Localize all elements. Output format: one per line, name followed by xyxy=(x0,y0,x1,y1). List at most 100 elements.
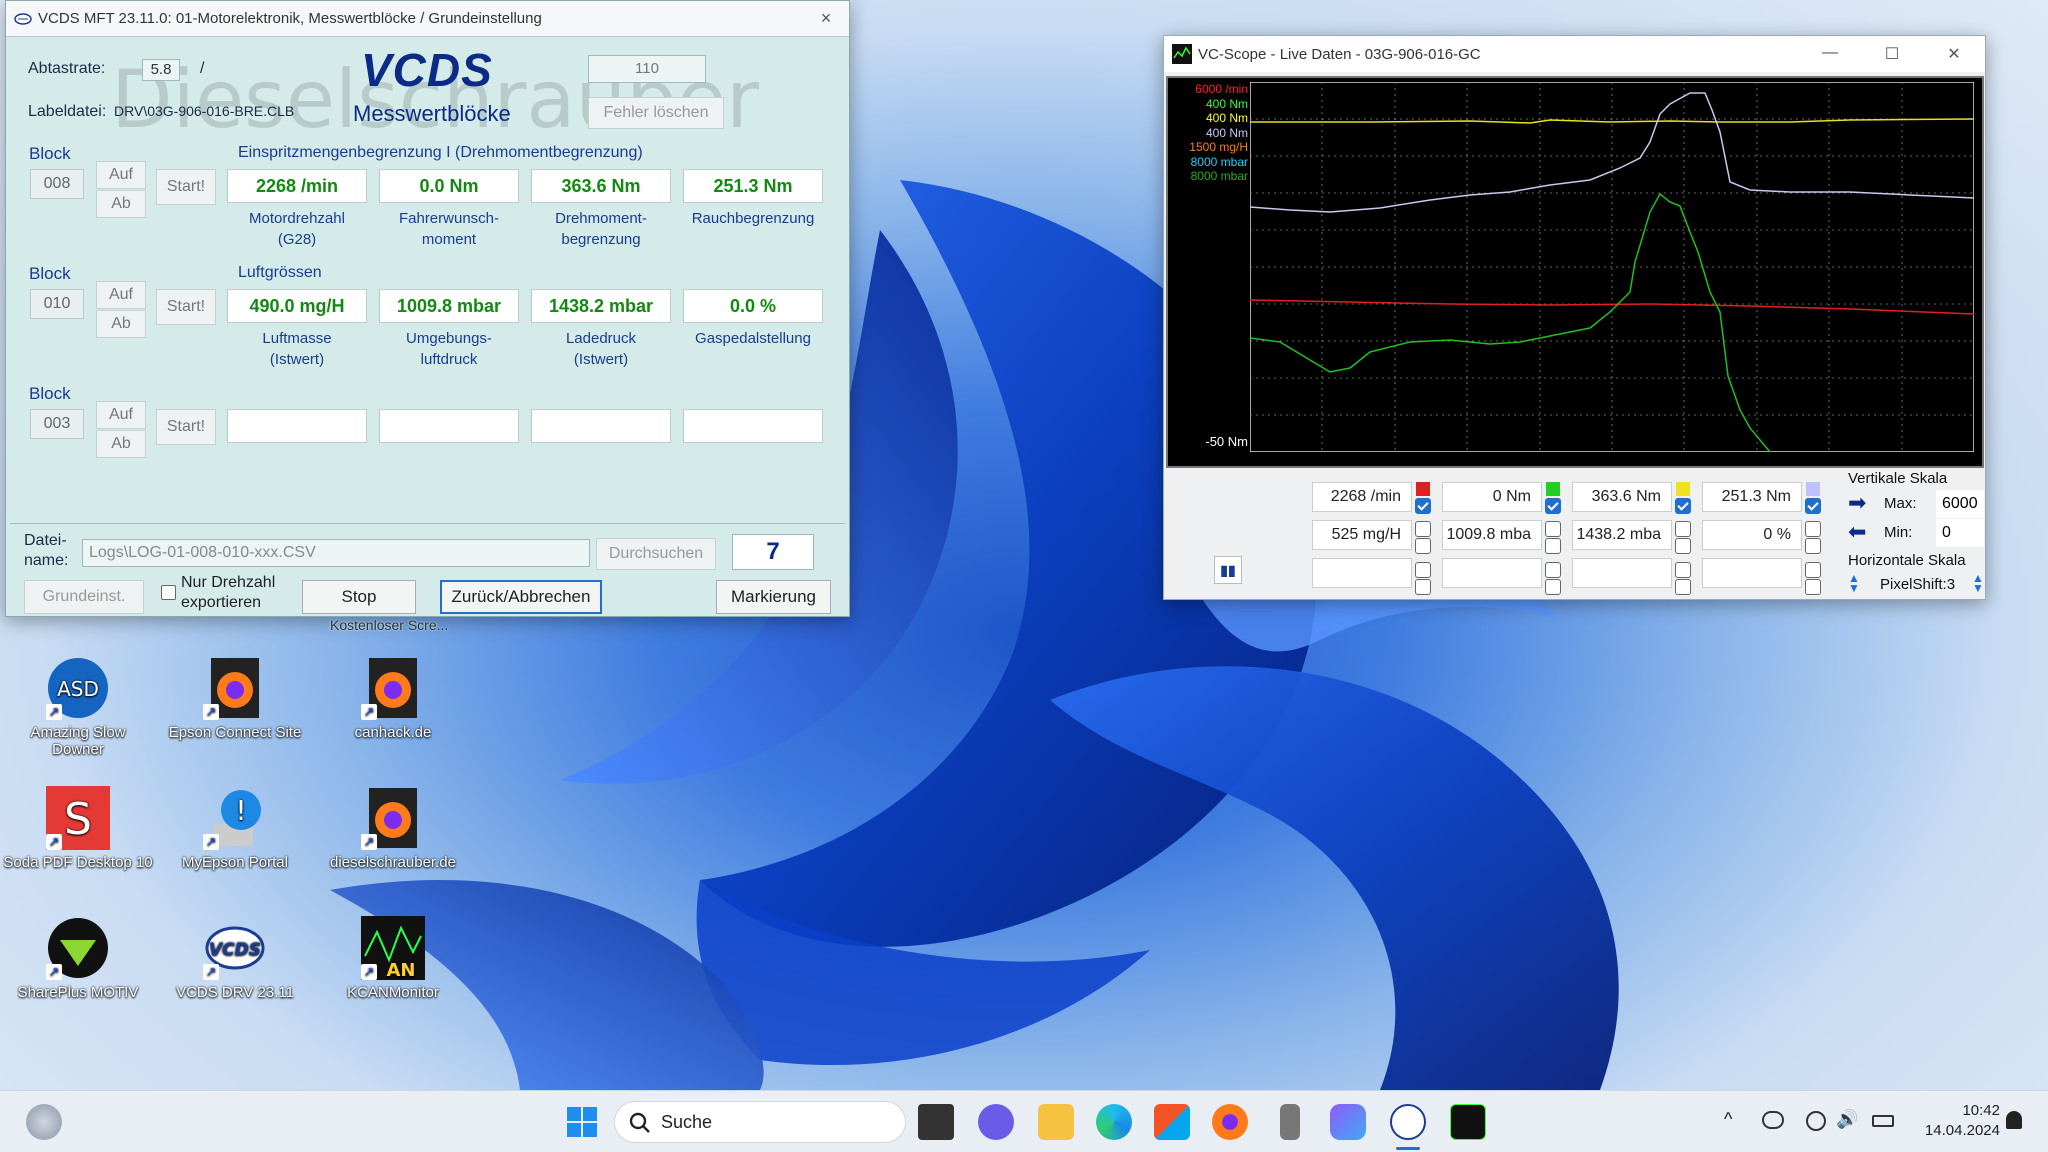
channel-checkbox[interactable] xyxy=(1415,521,1431,537)
abtastrate-slash: / xyxy=(200,60,205,77)
arrow-right-icon[interactable]: ➡ xyxy=(1848,492,1876,515)
spin-up-icon[interactable]: ▲ ▼ xyxy=(1972,572,1984,594)
start-button[interactable]: Start! xyxy=(156,289,216,325)
speaker-icon[interactable]: 🔊 xyxy=(1836,1109,1858,1130)
channel-checkbox[interactable] xyxy=(1675,579,1691,595)
dateiname-input[interactable]: Logs\LOG-01-008-010-xxx.CSV xyxy=(82,539,590,567)
taskbar-clock[interactable]: 10:42 14.04.2024 xyxy=(1920,1101,2000,1141)
ab-button[interactable]: Ab xyxy=(96,190,146,218)
channel-checkbox[interactable] xyxy=(1675,521,1691,537)
store-icon[interactable] xyxy=(1154,1104,1190,1140)
block-number-field[interactable]: 003 xyxy=(30,409,84,439)
desktop-icon-canhack[interactable]: ↗ canhack.de xyxy=(318,656,468,741)
taskbar: Suche ^ 🔊 10:42 14.04.2024 xyxy=(0,1090,2048,1152)
channel-checkbox[interactable] xyxy=(1415,579,1431,595)
min-input[interactable]: 0 xyxy=(1936,519,1984,547)
close-icon[interactable]: × xyxy=(803,8,849,29)
auf-button[interactable]: Auf xyxy=(96,161,146,189)
spin-down-icon[interactable]: ▲ ▼ xyxy=(1848,572,1860,594)
windows-start-icon[interactable] xyxy=(564,1104,600,1140)
markierung-button[interactable]: Markierung xyxy=(716,580,831,614)
pause-button[interactable]: ▮▮ xyxy=(1214,556,1242,584)
arrow-left-icon[interactable]: ⬅ xyxy=(1848,521,1876,544)
firefox-taskbar-icon[interactable] xyxy=(1212,1104,1248,1140)
desktop-icon-kcanmonitor[interactable]: AN ↗ KCANMonitor xyxy=(318,916,468,1001)
fehler-loeschen-button[interactable]: Fehler löschen xyxy=(588,97,724,129)
channel-checkbox[interactable] xyxy=(1805,562,1821,578)
channel-checkbox[interactable] xyxy=(1545,521,1561,537)
channel-checkbox[interactable] xyxy=(1675,498,1691,514)
widgets-icon[interactable] xyxy=(26,1104,62,1140)
vcds-window: VCDS MFT 23.11.0: 01-Motorelektronik, Me… xyxy=(5,0,850,617)
scale-label: 400 Nm xyxy=(1205,125,1248,140)
scope-traces xyxy=(1250,82,1974,452)
channel-checkbox[interactable] xyxy=(1805,521,1821,537)
zurueck-abbrechen-button[interactable]: Zurück/Abbrechen xyxy=(440,580,602,614)
task-view-icon[interactable] xyxy=(918,1104,954,1140)
taskbar-search[interactable]: Suche xyxy=(614,1101,906,1143)
vpn-cloud-icon[interactable] xyxy=(1762,1111,1784,1129)
chevron-up-icon[interactable]: ^ xyxy=(1724,1109,1732,1130)
grundeinst-button[interactable]: Grundeinst. xyxy=(24,580,144,614)
channel-checkbox[interactable] xyxy=(1675,538,1691,554)
start-button[interactable]: Start! xyxy=(156,409,216,445)
auf-button[interactable]: Auf xyxy=(96,401,146,429)
value-field: 1438.2 mbar xyxy=(531,289,671,323)
desktop-icon-label: dieselschrauber.de xyxy=(330,854,456,871)
battery-icon[interactable] xyxy=(1872,1115,1894,1127)
max-label: Max: xyxy=(1884,495,1917,512)
durchsuchen-button[interactable]: Durchsuchen xyxy=(596,538,716,570)
desktop-icon-epson-connect[interactable]: ↗ Epson Connect Site xyxy=(160,656,310,741)
channel-checkbox[interactable] xyxy=(1545,538,1561,554)
desktop-icon-dieselschrauber[interactable]: ↗ dieselschrauber.de xyxy=(318,786,468,871)
vcds-title: VCDS MFT 23.11.0: 01-Motorelektronik, Me… xyxy=(38,10,542,27)
desktop-icon-amazing-slow-downer[interactable]: ASD ↗ Amazing Slow Downer xyxy=(3,656,153,758)
max-input[interactable]: 6000 xyxy=(1936,490,1984,518)
desktop-icon-vcds[interactable]: VCDS ↗ VCDS DRV 23.11 xyxy=(160,916,310,1001)
channel-checkbox[interactable] xyxy=(1545,579,1561,595)
auf-button[interactable]: Auf xyxy=(96,281,146,309)
group-number-field[interactable]: 110 xyxy=(588,55,706,83)
copilot-icon[interactable] xyxy=(1330,1104,1366,1140)
value-field xyxy=(227,409,367,443)
channel-checkbox[interactable] xyxy=(1805,498,1821,514)
desktop-icon-label: Soda PDF Desktop 10 xyxy=(3,854,153,871)
scope-titlebar[interactable]: VC-Scope - Live Daten - 03G-906-016-GC —… xyxy=(1164,36,1985,72)
block-number-field[interactable]: 008 xyxy=(30,169,84,199)
vc-scope-taskbar-icon[interactable] xyxy=(1450,1104,1486,1140)
chat-icon[interactable] xyxy=(978,1104,1014,1140)
nur-drehzahl-checkbox[interactable] xyxy=(161,585,176,600)
value-field: 2268 /min xyxy=(227,169,367,203)
minimize-icon[interactable]: — xyxy=(1799,44,1861,64)
channel-checkbox[interactable] xyxy=(1545,498,1561,514)
desktop-icon-myepson[interactable]: ! ↗ MyEpson Portal xyxy=(160,786,310,871)
channel-checkbox[interactable] xyxy=(1415,538,1431,554)
printer-icon[interactable] xyxy=(1280,1104,1300,1140)
channel-checkbox[interactable] xyxy=(1805,579,1821,595)
ab-button[interactable]: Ab xyxy=(96,430,146,458)
maximize-icon[interactable]: ☐ xyxy=(1861,44,1923,64)
channel-checkbox[interactable] xyxy=(1675,562,1691,578)
desktop-icon-label: Epson Connect Site xyxy=(168,724,302,741)
start-button[interactable]: Start! xyxy=(156,169,216,205)
channel-checkbox[interactable] xyxy=(1545,562,1561,578)
stop-button[interactable]: Stop xyxy=(302,580,416,614)
vcds-titlebar[interactable]: VCDS MFT 23.11.0: 01-Motorelektronik, Me… xyxy=(6,1,849,37)
close-icon[interactable]: ✕ xyxy=(1923,44,1985,64)
globe-icon[interactable] xyxy=(1806,1111,1826,1131)
vcds-taskbar-icon[interactable] xyxy=(1390,1104,1426,1140)
file-explorer-icon[interactable] xyxy=(1038,1104,1074,1140)
ab-button[interactable]: Ab xyxy=(96,310,146,338)
edge-icon[interactable] xyxy=(1096,1104,1132,1140)
desktop-icon-shareplus[interactable]: ↗ SharePlus MOTIV xyxy=(3,916,153,1001)
channel-checkbox[interactable] xyxy=(1415,498,1431,514)
svg-text:ASD: ASD xyxy=(57,677,99,701)
scope-value: 0 % xyxy=(1702,520,1802,550)
scale-label: 6000 /min xyxy=(1195,82,1248,96)
channel-checkbox[interactable] xyxy=(1805,538,1821,554)
vc-scope-window: VC-Scope - Live Daten - 03G-906-016-GC —… xyxy=(1163,35,1986,600)
notification-bell-icon[interactable] xyxy=(2006,1111,2022,1129)
desktop-icon-soda-pdf[interactable]: S ↗ Soda PDF Desktop 10 xyxy=(3,786,153,871)
block-number-field[interactable]: 010 xyxy=(30,289,84,319)
channel-checkbox[interactable] xyxy=(1415,562,1431,578)
